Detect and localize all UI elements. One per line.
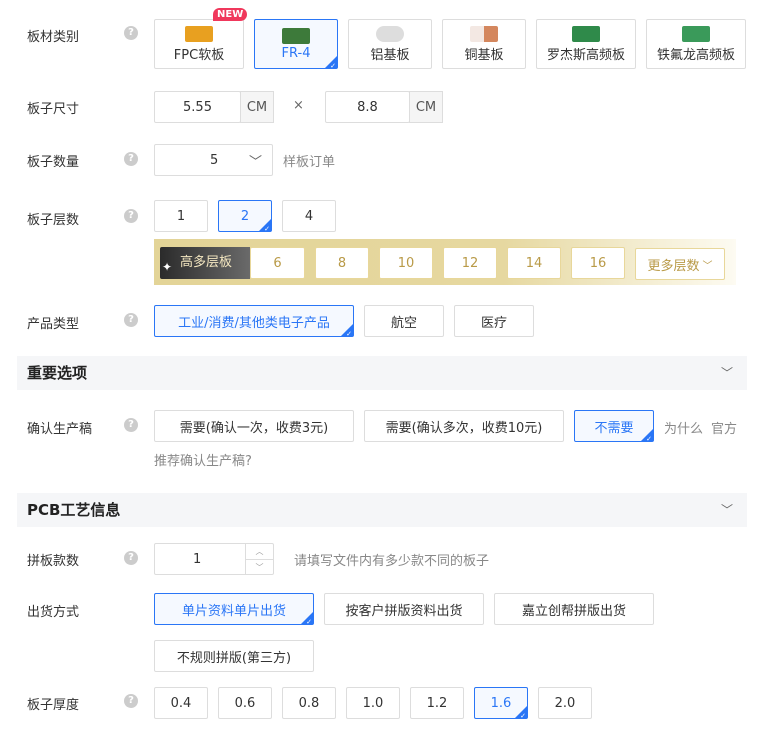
layer-1[interactable]: 1	[154, 200, 208, 232]
chevron-down-icon[interactable]: ﹀	[721, 493, 733, 527]
help-icon[interactable]: ?	[124, 694, 138, 708]
layer-8[interactable]: 8	[315, 247, 369, 279]
board-type-rogers[interactable]: 罗杰斯高频板	[536, 19, 636, 69]
times-sign: ×	[293, 98, 304, 113]
more-layers-dropdown[interactable]: 更多层数 ﹀	[635, 248, 725, 280]
teflon-thumbnail-icon	[682, 25, 710, 42]
board-type-copper[interactable]: 铜基板	[442, 19, 526, 69]
product-type-aviation[interactable]: 航空	[364, 305, 444, 337]
help-icon[interactable]: ?	[124, 551, 138, 565]
help-icon[interactable]: ?	[124, 26, 138, 40]
section-title: PCB工艺信息	[27, 501, 121, 519]
layer-12[interactable]: 12	[443, 247, 497, 279]
shipping-customer-panel[interactable]: 按客户拼版资料出货	[324, 593, 484, 625]
layer-16[interactable]: 16	[571, 247, 625, 279]
thickness-label: 板子厚度	[27, 698, 80, 713]
layer-14[interactable]: 14	[507, 247, 561, 279]
recommend-note: 推荐确认生产稿?	[154, 454, 252, 469]
panel-count-hint: 请填写文件内有多少款不同的板子	[294, 554, 490, 569]
panel-count-label: 拼板款数	[27, 554, 80, 569]
high-layer-tag: 高多层板	[160, 247, 250, 279]
fr4-thumbnail-icon	[282, 27, 310, 44]
option-label: 铝基板	[370, 47, 410, 63]
height-unit: CM	[409, 91, 443, 123]
height-input[interactable]: 8.8	[325, 91, 410, 123]
increment-icon[interactable]: ︿	[246, 544, 273, 560]
section-important-options[interactable]: 重要选项 ﹀	[17, 356, 747, 390]
quantity-select[interactable]: 5 ﹀	[154, 144, 273, 176]
layer-10[interactable]: 10	[379, 247, 433, 279]
quantity-value: 5	[210, 152, 219, 168]
option-label: FR-4	[281, 45, 311, 61]
thickness-1.2[interactable]: 1.2	[410, 687, 464, 719]
confirm-once[interactable]: 需要(确认一次，收费3元)	[154, 410, 354, 442]
aluminum-thumbnail-icon	[376, 25, 404, 42]
official-link[interactable]: 官方	[711, 418, 737, 437]
product-type-label: 产品类型	[27, 317, 80, 332]
width-input[interactable]: 5.55	[154, 91, 241, 123]
shipping-label: 出货方式	[27, 605, 80, 620]
board-type-fr4[interactable]: FR-4	[254, 19, 338, 70]
chevron-down-icon: ﹀	[248, 154, 262, 170]
thickness-0.8[interactable]: 0.8	[282, 687, 336, 719]
confirm-multiple[interactable]: 需要(确认多次，收费10元)	[364, 410, 564, 442]
option-label: FPC软板	[173, 47, 225, 63]
new-badge: NEW	[213, 8, 248, 21]
confirm-label: 确认生产稿	[27, 422, 93, 437]
layer-2[interactable]: 2	[218, 200, 272, 233]
shipping-irregular[interactable]: 不规则拼版(第三方)	[154, 640, 314, 672]
panel-count-value: 1	[193, 551, 202, 567]
layers-label: 板子层数	[27, 213, 80, 228]
copper-thumbnail-icon	[470, 25, 498, 42]
board-size-label: 板子尺寸	[27, 102, 80, 117]
shipping-jlc-panel[interactable]: 嘉立创帮拼版出货	[494, 593, 654, 625]
board-type-teflon[interactable]: 铁氟龙高频板	[646, 19, 746, 69]
thickness-0.6[interactable]: 0.6	[218, 687, 272, 719]
option-label: 铁氟龙高频板	[656, 47, 735, 63]
option-label: 铜基板	[464, 47, 504, 63]
thickness-0.4[interactable]: 0.4	[154, 687, 208, 719]
rogers-thumbnail-icon	[572, 25, 600, 42]
board-type-label: 板材类别	[27, 30, 80, 45]
thickness-1.6[interactable]: 1.6	[474, 687, 528, 720]
chevron-down-icon: ﹀	[702, 260, 713, 272]
quantity-label: 板子数量	[27, 155, 80, 170]
why-link[interactable]: 为什么	[664, 418, 703, 437]
help-icon[interactable]: ?	[124, 418, 138, 432]
confirm-none[interactable]: 不需要	[574, 410, 654, 443]
panel-count-stepper[interactable]: 1 ︿ ﹀	[154, 543, 274, 575]
board-type-fpc[interactable]: FPC软板	[154, 19, 244, 69]
section-pcb-process[interactable]: PCB工艺信息 ﹀	[17, 493, 747, 527]
product-type-medical[interactable]: 医疗	[454, 305, 534, 337]
layer-4[interactable]: 4	[282, 200, 336, 232]
sample-order-note: 样板订单	[283, 155, 336, 170]
section-title: 重要选项	[27, 364, 88, 382]
help-icon[interactable]: ?	[124, 313, 138, 327]
help-icon[interactable]: ?	[124, 152, 138, 166]
decrement-icon[interactable]: ﹀	[246, 560, 273, 575]
width-unit: CM	[240, 91, 274, 123]
thickness-2.0[interactable]: 2.0	[538, 687, 592, 719]
product-type-industrial[interactable]: 工业/消费/其他类电子产品	[154, 305, 354, 338]
thickness-1.0[interactable]: 1.0	[346, 687, 400, 719]
more-layers-label: 更多层数	[647, 258, 700, 274]
layer-6[interactable]: 6	[250, 247, 305, 279]
sparkle-icon: ✦	[162, 260, 173, 274]
shipping-single[interactable]: 单片资料单片出货	[154, 593, 314, 626]
fpc-thumbnail-icon	[185, 25, 213, 42]
option-label: 罗杰斯高频板	[546, 47, 625, 63]
board-type-aluminum[interactable]: 铝基板	[348, 19, 432, 69]
help-icon[interactable]: ?	[124, 209, 138, 223]
chevron-down-icon[interactable]: ﹀	[721, 356, 733, 390]
